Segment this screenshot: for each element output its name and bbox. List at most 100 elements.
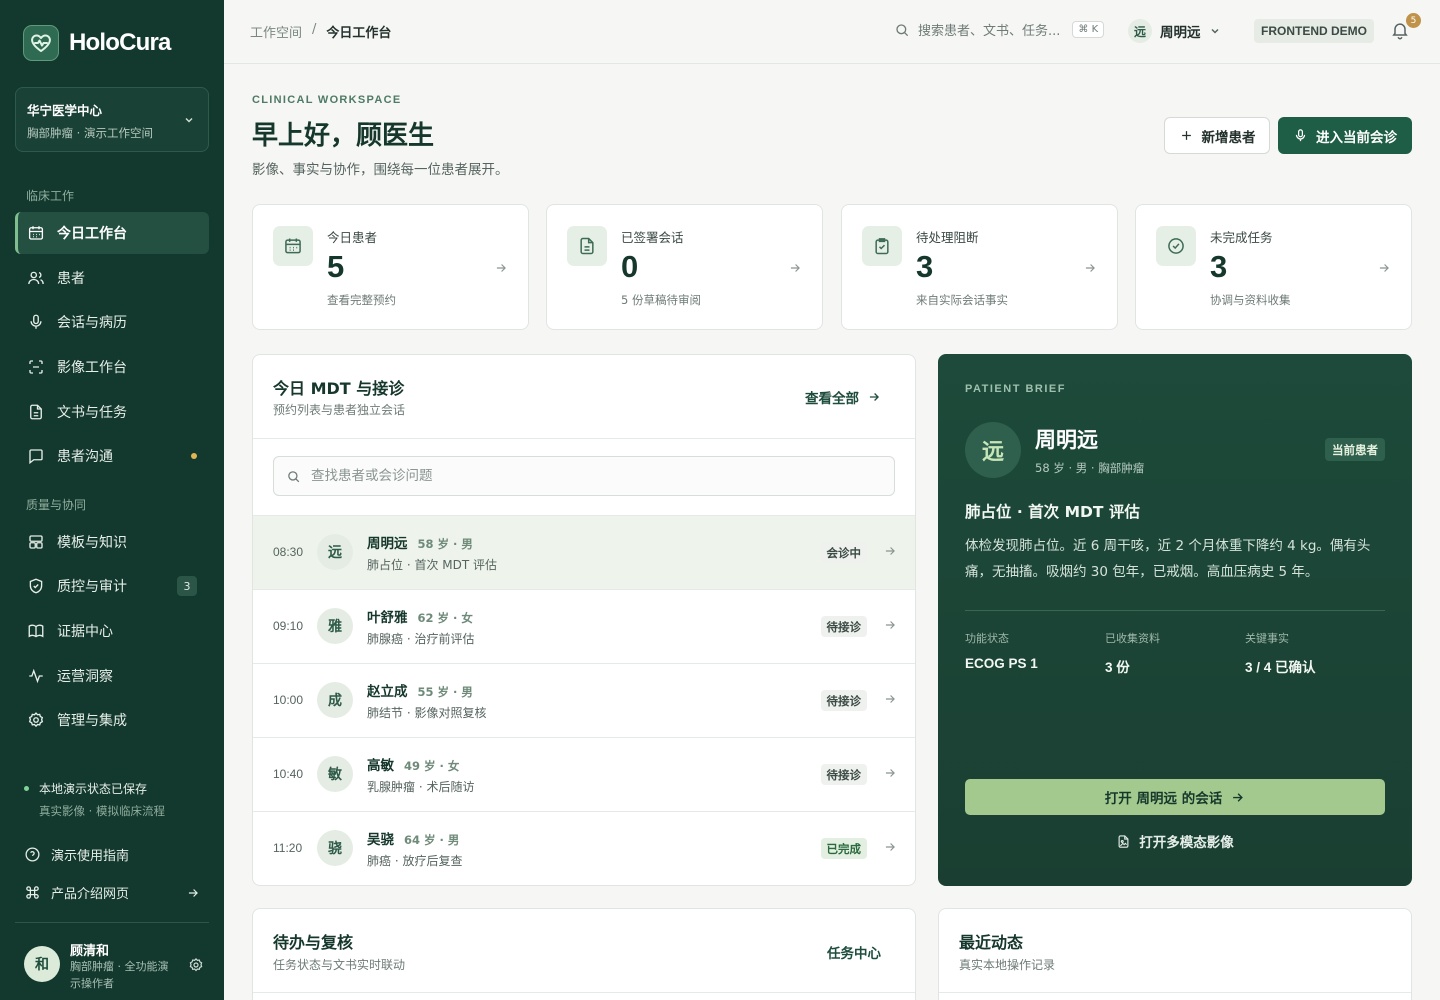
save-status-text: 本地演示状态已保存 bbox=[24, 780, 165, 797]
user-role: 胸部肿瘤 · 全功能演示操作者 bbox=[70, 960, 169, 990]
demo-guide-link[interactable]: 演示使用指南 bbox=[24, 845, 204, 864]
sidebar-item-templates[interactable]: 模板与知识 bbox=[15, 521, 209, 563]
sidebar-item-label: 影像工作台 bbox=[57, 360, 127, 376]
add-patient-label: 新增患者 bbox=[1201, 129, 1256, 146]
appointment-time: 10:40 bbox=[273, 767, 304, 781]
schedule-search[interactable] bbox=[273, 456, 895, 496]
chevron-down-icon bbox=[185, 117, 193, 123]
arrow-right-icon bbox=[869, 393, 879, 401]
sidebar-item-label: 运营洞察 bbox=[57, 669, 113, 685]
sidebar-item-qc-audit[interactable]: 质控与审计 3 bbox=[15, 565, 209, 607]
tasks-panel-subtitle: 任务状态与文书实时联动 bbox=[273, 958, 406, 972]
avatar: 骁 bbox=[317, 830, 353, 866]
save-status-sub: 真实影像 · 模拟临床流程 bbox=[39, 804, 165, 818]
table-row[interactable]: 10:40 敏 高敏 49 岁 · 女 乳腺肿瘤 · 术后随访 待接诊 bbox=[253, 737, 915, 811]
image-file-icon bbox=[1118, 834, 1129, 848]
arrow-right-icon bbox=[1233, 792, 1244, 802]
sidebar-item-label: 文书与任务 bbox=[57, 405, 127, 421]
avatar: 敏 bbox=[317, 756, 353, 792]
nav-section-clinical: 临床工作 bbox=[26, 189, 75, 203]
current-patient-badge: 当前患者 bbox=[1325, 438, 1385, 461]
tasks-review-panel: 待办与复核 任务状态与文书实时联动 任务中心 bbox=[252, 908, 916, 1000]
patient-diagnosis: 肺癌 · 放疗后复查 bbox=[367, 854, 463, 868]
stat-card-today-patients[interactable]: 今日患者 5 查看完整预约 bbox=[252, 204, 529, 330]
table-row[interactable]: 10:00 成 赵立成 55 岁 · 男 肺结节 · 影像对照复核 待接诊 bbox=[253, 663, 915, 737]
stat-label: 待处理阻断 bbox=[916, 230, 979, 245]
arrow-right-icon bbox=[188, 888, 198, 897]
divider bbox=[965, 610, 1385, 611]
unread-dot bbox=[191, 453, 197, 459]
appointment-time: 09:10 bbox=[273, 619, 304, 633]
sidebar-item-patients[interactable]: 患者 bbox=[15, 257, 209, 299]
sidebar-item-today[interactable]: 今日工作台 bbox=[15, 212, 209, 254]
patient-brief-card: PATIENT BRIEF 远 周明远 58 岁 · 男 · 胸部肿瘤 当前患者… bbox=[938, 354, 1412, 886]
schedule-search-input[interactable] bbox=[311, 468, 871, 484]
sidebar: HoloCura 华宁医学中心 胸部肿瘤 · 演示工作空间 临床工作 今日工作台… bbox=[0, 0, 224, 1000]
patient-name: 赵立成 bbox=[367, 684, 408, 700]
table-row[interactable]: 09:10 雅 叶舒雅 62 岁 · 女 肺腺癌 · 治疗前评估 待接诊 bbox=[253, 589, 915, 663]
patient-diagnosis: 肺腺癌 · 治疗前评估 bbox=[367, 632, 475, 646]
sidebar-item-documents[interactable]: 文书与任务 bbox=[15, 391, 209, 433]
stat-card-blockers[interactable]: 待处理阻断 3 来自实际会话事实 bbox=[841, 204, 1118, 330]
page-subtitle: 影像、事实与协作，围绕每一位患者展开。 bbox=[252, 162, 509, 178]
view-all-link[interactable]: 查看全部 bbox=[805, 387, 881, 407]
patient-name-line: 高敏 49 岁 · 女 bbox=[367, 754, 459, 774]
patient-name: 高敏 bbox=[367, 758, 394, 774]
patient-name-line: 赵立成 55 岁 · 男 bbox=[367, 680, 473, 700]
patient-name-line: 吴骁 64 岁 · 男 bbox=[367, 828, 459, 848]
template-icon bbox=[29, 535, 43, 549]
open-session-button[interactable]: 打开 周明远 的会话 bbox=[965, 779, 1385, 815]
stat-sub: 来自实际会话事实 bbox=[916, 293, 1008, 307]
settings-gear-icon[interactable] bbox=[188, 957, 204, 973]
stat-value: 3 bbox=[916, 249, 934, 284]
arrow-right-icon bbox=[885, 769, 895, 777]
status-badge: 已完成 bbox=[820, 838, 867, 859]
sidebar-item-admin[interactable]: 管理与集成 bbox=[15, 699, 209, 741]
view-all-label: 查看全部 bbox=[805, 391, 859, 407]
task-center-link[interactable]: 任务中心 bbox=[827, 942, 881, 962]
patient-meta: 55 岁 · 男 bbox=[417, 685, 473, 699]
sidebar-item-label: 今日工作台 bbox=[57, 226, 127, 242]
sidebar-item-communication[interactable]: 患者沟通 bbox=[15, 435, 209, 477]
stat-card-open-tasks[interactable]: 未完成任务 3 协调与资料收集 bbox=[1135, 204, 1412, 330]
clipboard-check-icon bbox=[862, 226, 902, 266]
brand-logo[interactable]: HoloCura bbox=[23, 25, 171, 61]
sidebar-item-label: 会话与病历 bbox=[57, 315, 127, 331]
global-search-placeholder: 搜索患者、文书、任务... bbox=[918, 24, 1061, 39]
open-imaging-link[interactable]: 打开多模态影像 bbox=[965, 831, 1385, 851]
activity-panel-subtitle: 真实本地操作记录 bbox=[959, 958, 1056, 972]
fact-value: 3 / 4 已确认 bbox=[1245, 660, 1316, 675]
patient-meta: 58 岁 · 男 bbox=[417, 537, 473, 551]
stat-card-signed-sessions[interactable]: 已签署会话 0 5 份草稿待审阅 bbox=[546, 204, 823, 330]
arrow-right-icon bbox=[496, 264, 506, 272]
sidebar-item-evidence[interactable]: 证据中心 bbox=[15, 610, 209, 652]
sidebar-item-insights[interactable]: 运营洞察 bbox=[15, 655, 209, 697]
table-row[interactable]: 08:30 远 周明远 58 岁 · 男 肺占位 · 首次 MDT 评估 会诊中 bbox=[253, 515, 915, 589]
user-name: 顾清和 bbox=[70, 944, 110, 959]
sidebar-item-sessions[interactable]: 会话与病历 bbox=[15, 301, 209, 343]
save-status: 本地演示状态已保存 真实影像 · 模拟临床流程 bbox=[24, 780, 165, 819]
microphone-icon bbox=[1295, 129, 1306, 142]
org-switcher[interactable]: 华宁医学中心 胸部肿瘤 · 演示工作空间 bbox=[15, 87, 209, 152]
page-title: 早上好，顾医生 bbox=[252, 121, 435, 151]
product-page-link[interactable]: 产品介绍网页 bbox=[24, 883, 204, 902]
status-badge: 待接诊 bbox=[820, 764, 867, 785]
command-icon bbox=[26, 886, 39, 899]
avatar: 远 bbox=[317, 534, 353, 570]
patient-name: 吴骁 bbox=[367, 832, 394, 848]
patient-meta: 49 岁 · 女 bbox=[404, 759, 460, 773]
sidebar-item-imaging[interactable]: 影像工作台 bbox=[15, 346, 209, 388]
stat-sub: 5 份草稿待审阅 bbox=[621, 293, 701, 307]
arrow-right-icon bbox=[885, 695, 895, 703]
table-row[interactable]: 11:20 骁 吴骁 64 岁 · 男 肺癌 · 放疗后复查 已完成 bbox=[253, 811, 915, 885]
breadcrumb-root[interactable]: 工作空间 bbox=[250, 22, 302, 41]
shield-icon bbox=[29, 578, 43, 594]
stat-label: 未完成任务 bbox=[1210, 230, 1273, 245]
arrow-right-icon bbox=[885, 547, 895, 555]
current-patient-switcher[interactable]: 远 周明远 bbox=[1128, 19, 1221, 43]
add-patient-button[interactable]: 新增患者 bbox=[1164, 117, 1270, 154]
schedule-subtitle: 预约列表与患者独立会话 bbox=[273, 403, 406, 417]
global-search[interactable]: 搜索患者、文书、任务... ⌘ K bbox=[894, 20, 1105, 39]
search-icon bbox=[288, 470, 300, 482]
enter-consult-button[interactable]: 进入当前会诊 bbox=[1278, 117, 1412, 154]
